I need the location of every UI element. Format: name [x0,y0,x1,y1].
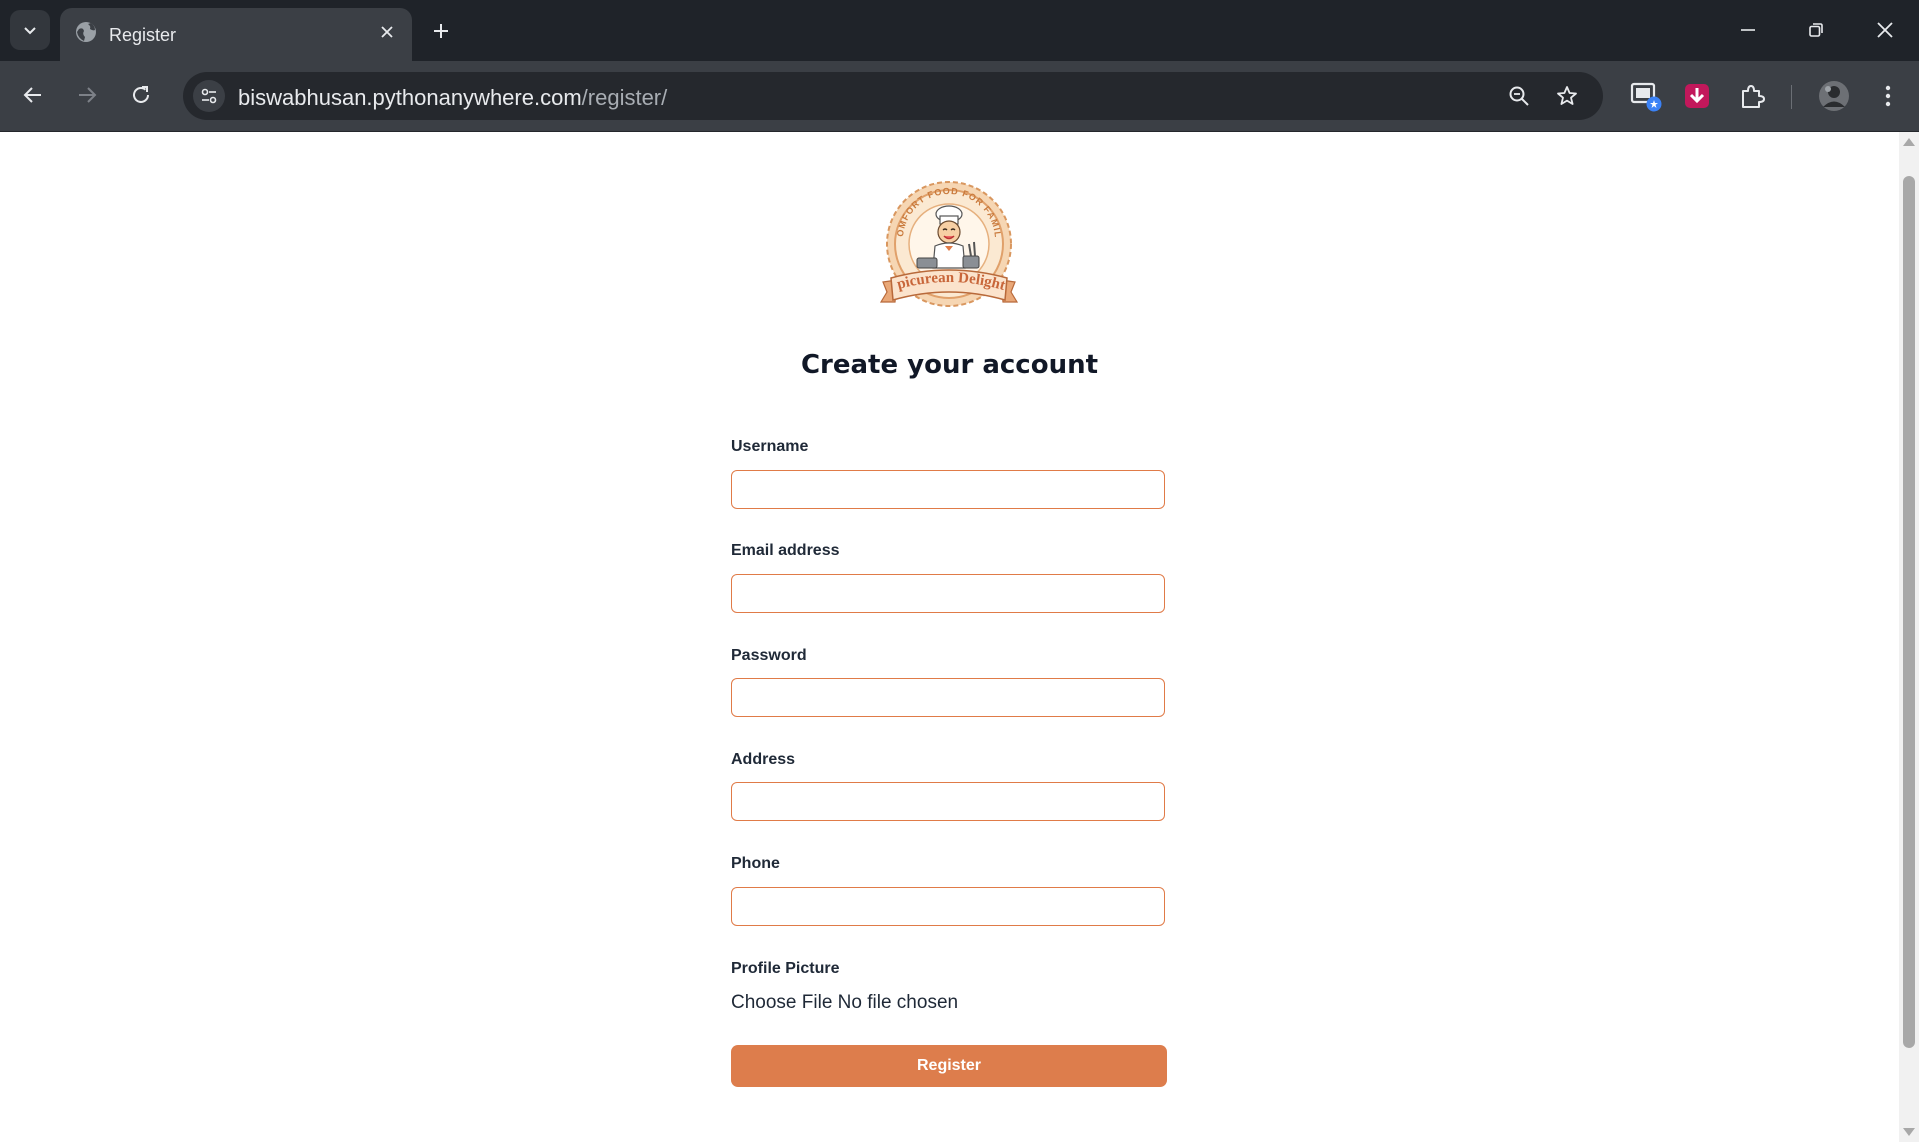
back-button[interactable] [12,74,54,116]
extension-button-2[interactable] [1679,78,1715,114]
globe-icon [76,22,96,42]
page-content: COMFORT FOOD FOR FAMILY Epicurean Deligh… [0,132,1899,1142]
profile-button[interactable] [1816,78,1852,114]
puzzle-icon [1742,85,1765,108]
choose-file-button[interactable]: Choose File [731,992,832,1013]
close-window-button[interactable] [1862,8,1908,52]
extension-icon [1630,82,1662,112]
phone-input[interactable] [731,887,1165,926]
extension-button-1[interactable] [1628,78,1664,114]
minimize-button[interactable] [1725,8,1771,52]
minimize-icon [1741,29,1755,31]
reload-icon [133,86,149,103]
phone-label: Phone [731,855,780,872]
username-label: Username [731,438,809,455]
download-extension-icon [1685,84,1709,108]
site-settings-icon [201,88,217,104]
reload-button[interactable] [120,74,162,116]
url-text: biswabhusan.pythonanywhere.com/register/ [238,85,667,111]
email-input[interactable] [731,574,1165,613]
browser-menu-button[interactable] [1870,78,1906,114]
profile-picture-label: Profile Picture [731,960,840,977]
close-icon [1877,22,1893,38]
back-arrow-icon [23,87,41,103]
register-button[interactable]: Register [731,1045,1167,1087]
browser-toolbar: biswabhusan.pythonanywhere.com/register/ [0,61,1919,132]
chevron-down-icon [24,27,36,35]
close-icon [381,26,393,38]
toolbar-separator [1791,85,1792,109]
profile-picture-file-input: Choose File No file chosen [731,992,958,1014]
zoom-button[interactable] [1505,82,1533,110]
site-info-button[interactable] [193,80,225,112]
password-input[interactable] [731,678,1165,717]
restore-button[interactable] [1793,8,1839,52]
zoom-icon [1509,86,1529,106]
email-label: Email address [731,542,840,559]
password-label: Password [731,647,807,664]
page-scrollbar[interactable] [1899,132,1919,1142]
scroll-thumb[interactable] [1903,176,1915,1048]
tab-list-button[interactable] [10,10,50,50]
browser-tab-register[interactable]: Register [60,8,412,61]
browser-titlebar: Register [0,0,1919,61]
url-path: /register/ [581,85,668,110]
scroll-down-arrow[interactable] [1903,1128,1915,1136]
file-status: No file chosen [837,992,959,1013]
tab-close-button[interactable] [374,19,400,45]
restore-icon [1809,23,1823,37]
tab-title: Register [109,25,177,45]
url-host: biswabhusan.pythonanywhere.com [238,85,582,110]
scroll-up-arrow[interactable] [1903,138,1915,146]
logo: COMFORT FOOD FOR FAMILY Epicurean Deligh… [873,178,1019,307]
username-input[interactable] [731,470,1165,509]
more-vert-icon [1885,85,1891,107]
forward-arrow-icon [79,87,97,103]
new-tab-button[interactable] [424,14,458,48]
address-bar[interactable]: biswabhusan.pythonanywhere.com/register/ [183,72,1603,120]
profile-avatar [1819,81,1849,111]
plus-icon [434,24,448,38]
extensions-menu-button[interactable] [1734,78,1770,114]
page-title: Create your account [800,350,1099,380]
address-label: Address [731,751,796,768]
forward-button[interactable] [66,74,108,116]
star-icon [1557,86,1577,105]
address-input[interactable] [731,782,1165,821]
bookmark-button[interactable] [1553,82,1581,110]
